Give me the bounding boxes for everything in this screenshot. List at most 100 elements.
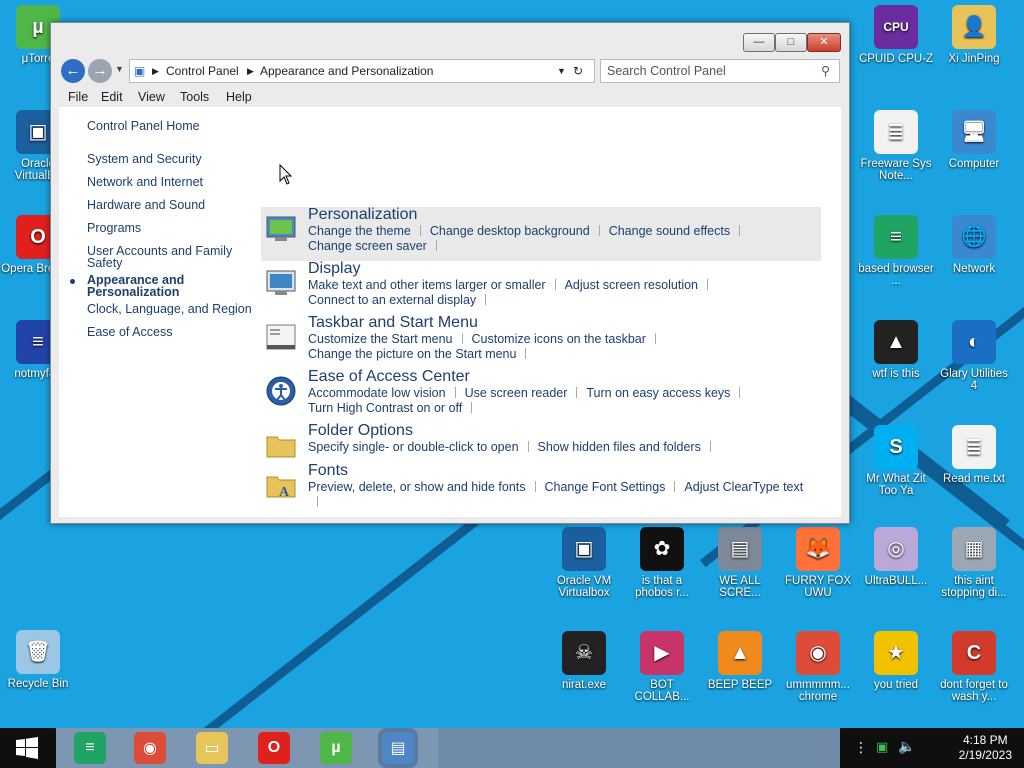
address-dropdown-icon[interactable]: ▼	[557, 66, 566, 76]
nav-ease-of-access[interactable]: Ease of Access	[87, 326, 172, 339]
control-panel-icon[interactable]: ▤	[382, 732, 414, 764]
category-task-link[interactable]: Make text and other items larger or smal…	[308, 278, 546, 292]
desktop-icon[interactable]: ▶ BOT COLLAB...	[624, 631, 700, 703]
category-task-link[interactable]: Change screen saver	[308, 239, 427, 253]
desktop-icon[interactable]: Cdont forget to wash y...	[936, 631, 1012, 703]
category-task-link[interactable]: Change desktop background	[430, 224, 590, 238]
search-icon[interactable]: ⚲	[821, 63, 830, 78]
minimize-button[interactable]: —	[743, 33, 775, 52]
control-panel-home-link[interactable]: Control Panel Home	[87, 120, 200, 133]
menu-help[interactable]: Help	[226, 90, 252, 104]
link-separator	[707, 279, 708, 290]
file-explorer-icon[interactable]: ▭	[196, 732, 228, 764]
search-input[interactable]: Search Control Panel ⚲	[600, 59, 840, 83]
breadcrumb[interactable]: ▣ ▶ Control Panel ▶ Appearance and Perso…	[129, 59, 595, 83]
start-button[interactable]	[0, 728, 56, 768]
desktop-icon[interactable]: ▲ BEEP BEEP	[702, 631, 778, 691]
refresh-icon[interactable]: ↻	[573, 64, 583, 78]
category-task-link[interactable]: Show hidden files and folders	[538, 440, 701, 454]
category-links: Change the theme Change desktop backgroun…	[308, 224, 818, 254]
category-task-link[interactable]: Preview, delete, or show and hide fonts	[308, 480, 526, 494]
desktop-icon-label: Glary Utilities 4	[940, 368, 1008, 392]
category-title[interactable]: Folder Options	[308, 422, 413, 440]
more-options-icon[interactable]: ⋮	[854, 739, 868, 756]
desktop-icon[interactable]: ▤ WE ALL SCRE...	[702, 527, 778, 599]
menu-edit[interactable]: Edit	[101, 90, 123, 104]
nav-network-internet[interactable]: Network and Internet	[87, 176, 203, 189]
menu-view[interactable]: View	[138, 90, 165, 104]
category-task-link[interactable]: Turn High Contrast on or off	[308, 401, 462, 415]
desktop-icon[interactable]: 🌐 Network	[936, 215, 1012, 275]
clock[interactable]: 4:18 PM 2/19/2023	[959, 733, 1012, 763]
ease-of-access-icon[interactable]	[265, 375, 297, 407]
category-title[interactable]: Fonts	[308, 462, 348, 480]
recent-pages-chevron-icon[interactable]: ▼	[115, 64, 124, 74]
desktop-icon[interactable]: ✿ is that a phobos r...	[624, 527, 700, 599]
nav-programs[interactable]: Programs	[87, 222, 141, 235]
desktop-icon[interactable]: 🗑 Recycle Bin	[0, 630, 76, 690]
category-title[interactable]: Taskbar and Start Menu	[308, 314, 478, 332]
category-task-link[interactable]: Turn on easy access keys	[586, 386, 730, 400]
desktop-icon[interactable]: ≣ Freeware Sys Note...	[858, 110, 934, 182]
desktop-icon[interactable]: ◉ ummmmm... chrome	[780, 631, 856, 703]
category-task-link[interactable]: Connect to an external display	[308, 293, 476, 307]
title-bar[interactable]: — □ ✕	[51, 23, 849, 57]
category-task-link[interactable]: Adjust screen resolution	[565, 278, 698, 292]
menu-tools[interactable]: Tools	[180, 90, 209, 104]
category-title[interactable]: Display	[308, 260, 360, 278]
volume-icon[interactable]: 🔈	[898, 738, 915, 755]
nav-clock-language-region[interactable]: Clock, Language, and Region	[87, 303, 251, 315]
category-task-link[interactable]: Change Font Settings	[545, 480, 666, 494]
category-title[interactable]: Personalization	[308, 206, 417, 224]
breadcrumb-control-panel[interactable]: Control Panel	[166, 64, 239, 78]
desktop-icon[interactable]: 🦊 FURRY FOX UWU	[780, 527, 856, 599]
category-task-link[interactable]: Customize the Start menu	[308, 332, 453, 346]
desktop-icon[interactable]: 👤 Xi JinPing	[936, 5, 1012, 65]
menu-file[interactable]: File	[68, 90, 88, 104]
google-docs-icon[interactable]: ≡	[74, 732, 106, 764]
category-task-link[interactable]: Customize icons on the taskbar	[472, 332, 646, 346]
category-task-link[interactable]: Adjust ClearType text	[684, 480, 803, 494]
desktop-icon[interactable]: ◐ Glary Utilities 4	[936, 320, 1012, 392]
category-task-link[interactable]: Accommodate low vision	[308, 386, 446, 400]
desktop-icon-label: BEEP BEEP	[707, 679, 773, 691]
folder-icon[interactable]	[265, 429, 297, 461]
nav-user-accounts[interactable]: User Accounts and Family Safety	[87, 245, 237, 270]
desktop-icon[interactable]: ≣ Read me.txt	[936, 425, 1012, 485]
chrome-icon[interactable]: ◉	[134, 732, 166, 764]
breadcrumb-separator-icon: ▶	[152, 66, 159, 76]
breadcrumb-appearance[interactable]: Appearance and Personalization	[260, 64, 433, 78]
forward-button[interactable]: →	[88, 59, 112, 83]
category-task-link[interactable]: Change sound effects	[609, 224, 730, 238]
category-task-link[interactable]: Change the picture on the Start menu	[308, 347, 516, 361]
nav-appearance-personalization[interactable]: Appearance and Personalization	[87, 274, 227, 299]
back-button[interactable]: ←	[61, 59, 85, 83]
desktop-icon[interactable]: ☠ nirat.exe	[546, 631, 622, 691]
maximize-button[interactable]: □	[775, 33, 807, 52]
desktop-icon[interactable]: ★ you tried	[858, 631, 934, 691]
personalization-icon[interactable]	[265, 213, 297, 245]
opera-icon[interactable]: O	[258, 732, 290, 764]
taskbar-icon[interactable]	[265, 321, 297, 353]
category-task-link[interactable]: Change the theme	[308, 224, 411, 238]
skype-icon: S	[874, 425, 918, 469]
nav-system-security[interactable]: System and Security	[87, 153, 202, 166]
nav-hardware-sound[interactable]: Hardware and Sound	[87, 199, 205, 212]
category-task-link[interactable]: Use screen reader	[465, 386, 568, 400]
desktop-icon[interactable]: ▲ wtf is this	[858, 320, 934, 380]
desktop-icon[interactable]: ◎ UltraBULL...	[858, 527, 934, 587]
desktop-icon[interactable]: 🖥 Computer	[936, 110, 1012, 170]
utorrent-icon[interactable]: µ	[320, 732, 352, 764]
taskbar-empty-area[interactable]	[438, 728, 840, 768]
close-button[interactable]: ✕	[807, 33, 841, 52]
desktop-icon[interactable]: CPU CPUID CPU-Z	[858, 5, 934, 65]
display-icon[interactable]	[265, 267, 297, 299]
desktop-icon[interactable]: S Mr What Zit Too Ya	[858, 425, 934, 497]
fonts-icon[interactable]: A	[265, 469, 297, 501]
category-title[interactable]: Ease of Access Center	[308, 368, 470, 386]
category-task-link[interactable]: Specify single- or double-click to open	[308, 440, 519, 454]
desktop-icon[interactable]: ▦ this aint stopping di...	[936, 527, 1012, 599]
network-status-icon[interactable]: ▣	[876, 739, 888, 755]
desktop-icon[interactable]: ▣ Oracle VM Virtualbox	[546, 527, 622, 599]
desktop-icon[interactable]: ≡ based browser ...	[858, 215, 934, 287]
